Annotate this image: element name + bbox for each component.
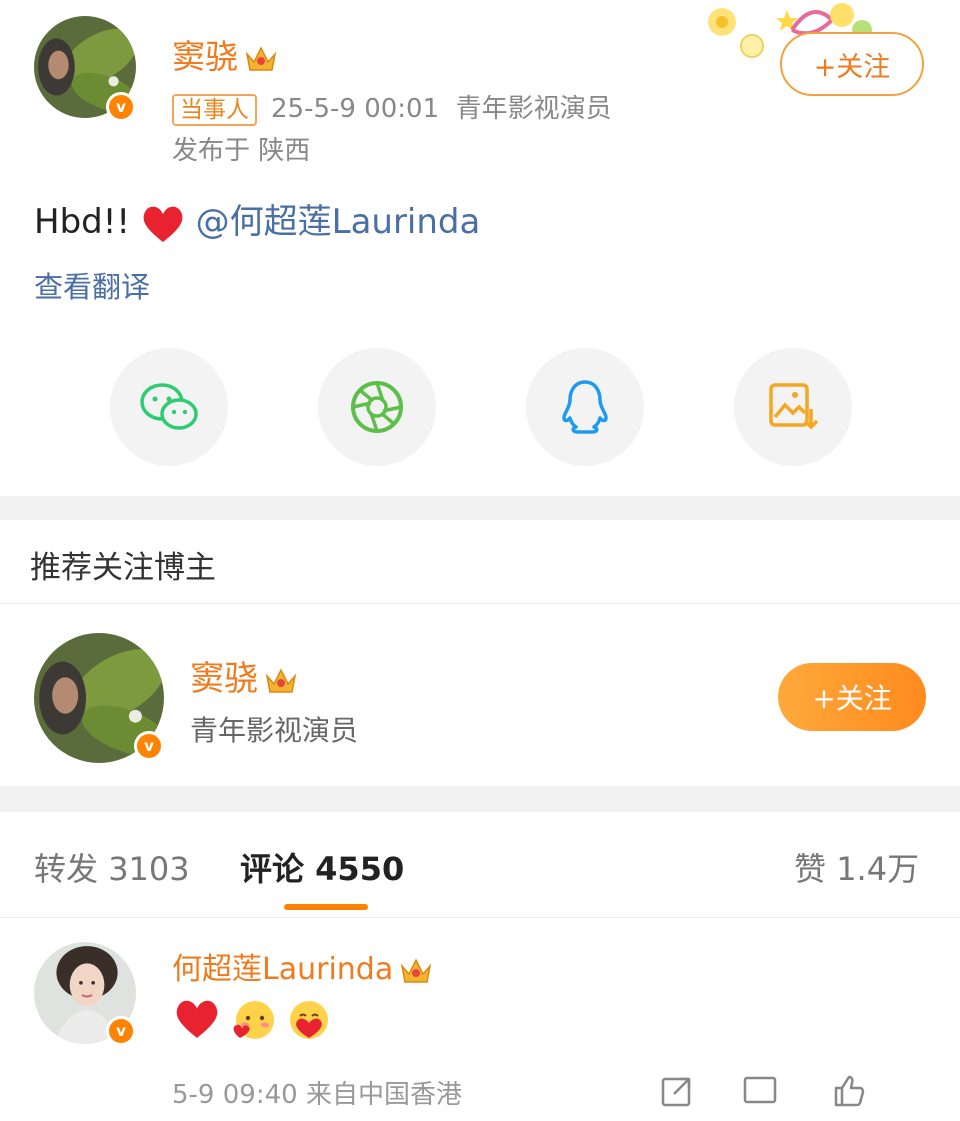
comment-time: 5-9 09:40 (172, 1080, 298, 1110)
crown-icon (245, 45, 277, 71)
weibo-post: v 窦骁 当事人 25-5-9 00:01 青年影视演员 发布于 陕西 +关注 H… (0, 0, 960, 496)
post-text: Hbd!! (34, 202, 130, 242)
view-translation-link[interactable]: 查看翻译 (34, 264, 150, 306)
post-location: 发布于 陕西 (172, 136, 311, 166)
share-wechat-button[interactable] (110, 348, 228, 466)
moments-icon (351, 381, 403, 433)
tab-repost-label: 转发 (34, 850, 99, 888)
share-qq-button[interactable] (526, 348, 644, 466)
active-tab-indicator (284, 904, 368, 910)
party-tag: 当事人 (172, 93, 257, 126)
mention-link[interactable]: @何超莲Laurinda (196, 202, 481, 242)
recommend-name-text[interactable]: 窦骁 (190, 659, 258, 699)
tab-comments[interactable]: 评论 4550 (240, 844, 404, 890)
recommend-description: 青年影视演员 (190, 714, 359, 747)
post-datetime: 25-5-9 00:01 (271, 94, 440, 124)
follow-button[interactable]: +关注 (780, 32, 924, 96)
wechat-icon (140, 383, 198, 430)
engagement-tabs: 转发 3103 评论 4550 赞 1.4万 (0, 812, 960, 918)
crown-icon (265, 667, 297, 693)
author-name[interactable]: 窦骁 (172, 30, 278, 78)
recommend-header: 推荐关注博主 (0, 520, 960, 604)
recommend-follow-button[interactable]: +关注 (778, 663, 926, 731)
tab-likes-label: 赞 (794, 850, 827, 888)
share-comment-icon[interactable] (660, 1074, 694, 1108)
comment-meta: 5-9 09:40 来自中国香港 (172, 1074, 462, 1111)
tab-likes-count: 1.4万 (836, 850, 920, 888)
comment-item (0, 919, 960, 1121)
recommend-name[interactable]: 窦骁 (190, 651, 298, 700)
tab-comments-count: 4550 (315, 850, 405, 888)
verified-badge-icon: v (106, 92, 136, 122)
qq-icon (562, 380, 608, 434)
save-image-button[interactable] (734, 348, 852, 466)
post-meta-line: 当事人 25-5-9 00:01 青年影视演员 (172, 88, 612, 126)
save-image-icon (769, 383, 819, 430)
section-divider (0, 786, 960, 812)
verified-badge-icon: v (106, 1016, 136, 1046)
verified-badge-icon: v (134, 731, 164, 761)
author-name-text[interactable]: 窦骁 (172, 37, 238, 76)
tab-repost-count: 3103 (108, 850, 190, 888)
author-description: 青年影视演员 (455, 94, 612, 124)
post-content: Hbd!! @何超莲Laurinda (34, 194, 480, 244)
tab-comments-label: 评论 (240, 850, 305, 888)
red-heart-emoji-icon (176, 1000, 218, 1038)
tab-likes[interactable]: 赞 1.4万 (794, 844, 919, 890)
commenter-name[interactable]: 何超莲Laurinda (172, 944, 433, 988)
crown-icon (400, 957, 432, 983)
comment-like-icon[interactable] (830, 1074, 866, 1108)
blush-heart-emoji-icon (233, 1001, 274, 1039)
share-moments-button[interactable] (318, 348, 436, 466)
commenter-name-text[interactable]: 何超莲Laurinda (172, 952, 393, 987)
section-divider (0, 496, 960, 520)
hug-heart-emoji-icon (290, 1001, 328, 1039)
comment-source: 来自中国香港 (305, 1080, 462, 1110)
red-heart-emoji-icon (143, 206, 183, 242)
comment-content (174, 998, 332, 1044)
recommend-title: 推荐关注博主 (30, 550, 216, 586)
tab-repost[interactable]: 转发 3103 (34, 844, 190, 890)
comment-reply-icon[interactable] (742, 1074, 778, 1108)
